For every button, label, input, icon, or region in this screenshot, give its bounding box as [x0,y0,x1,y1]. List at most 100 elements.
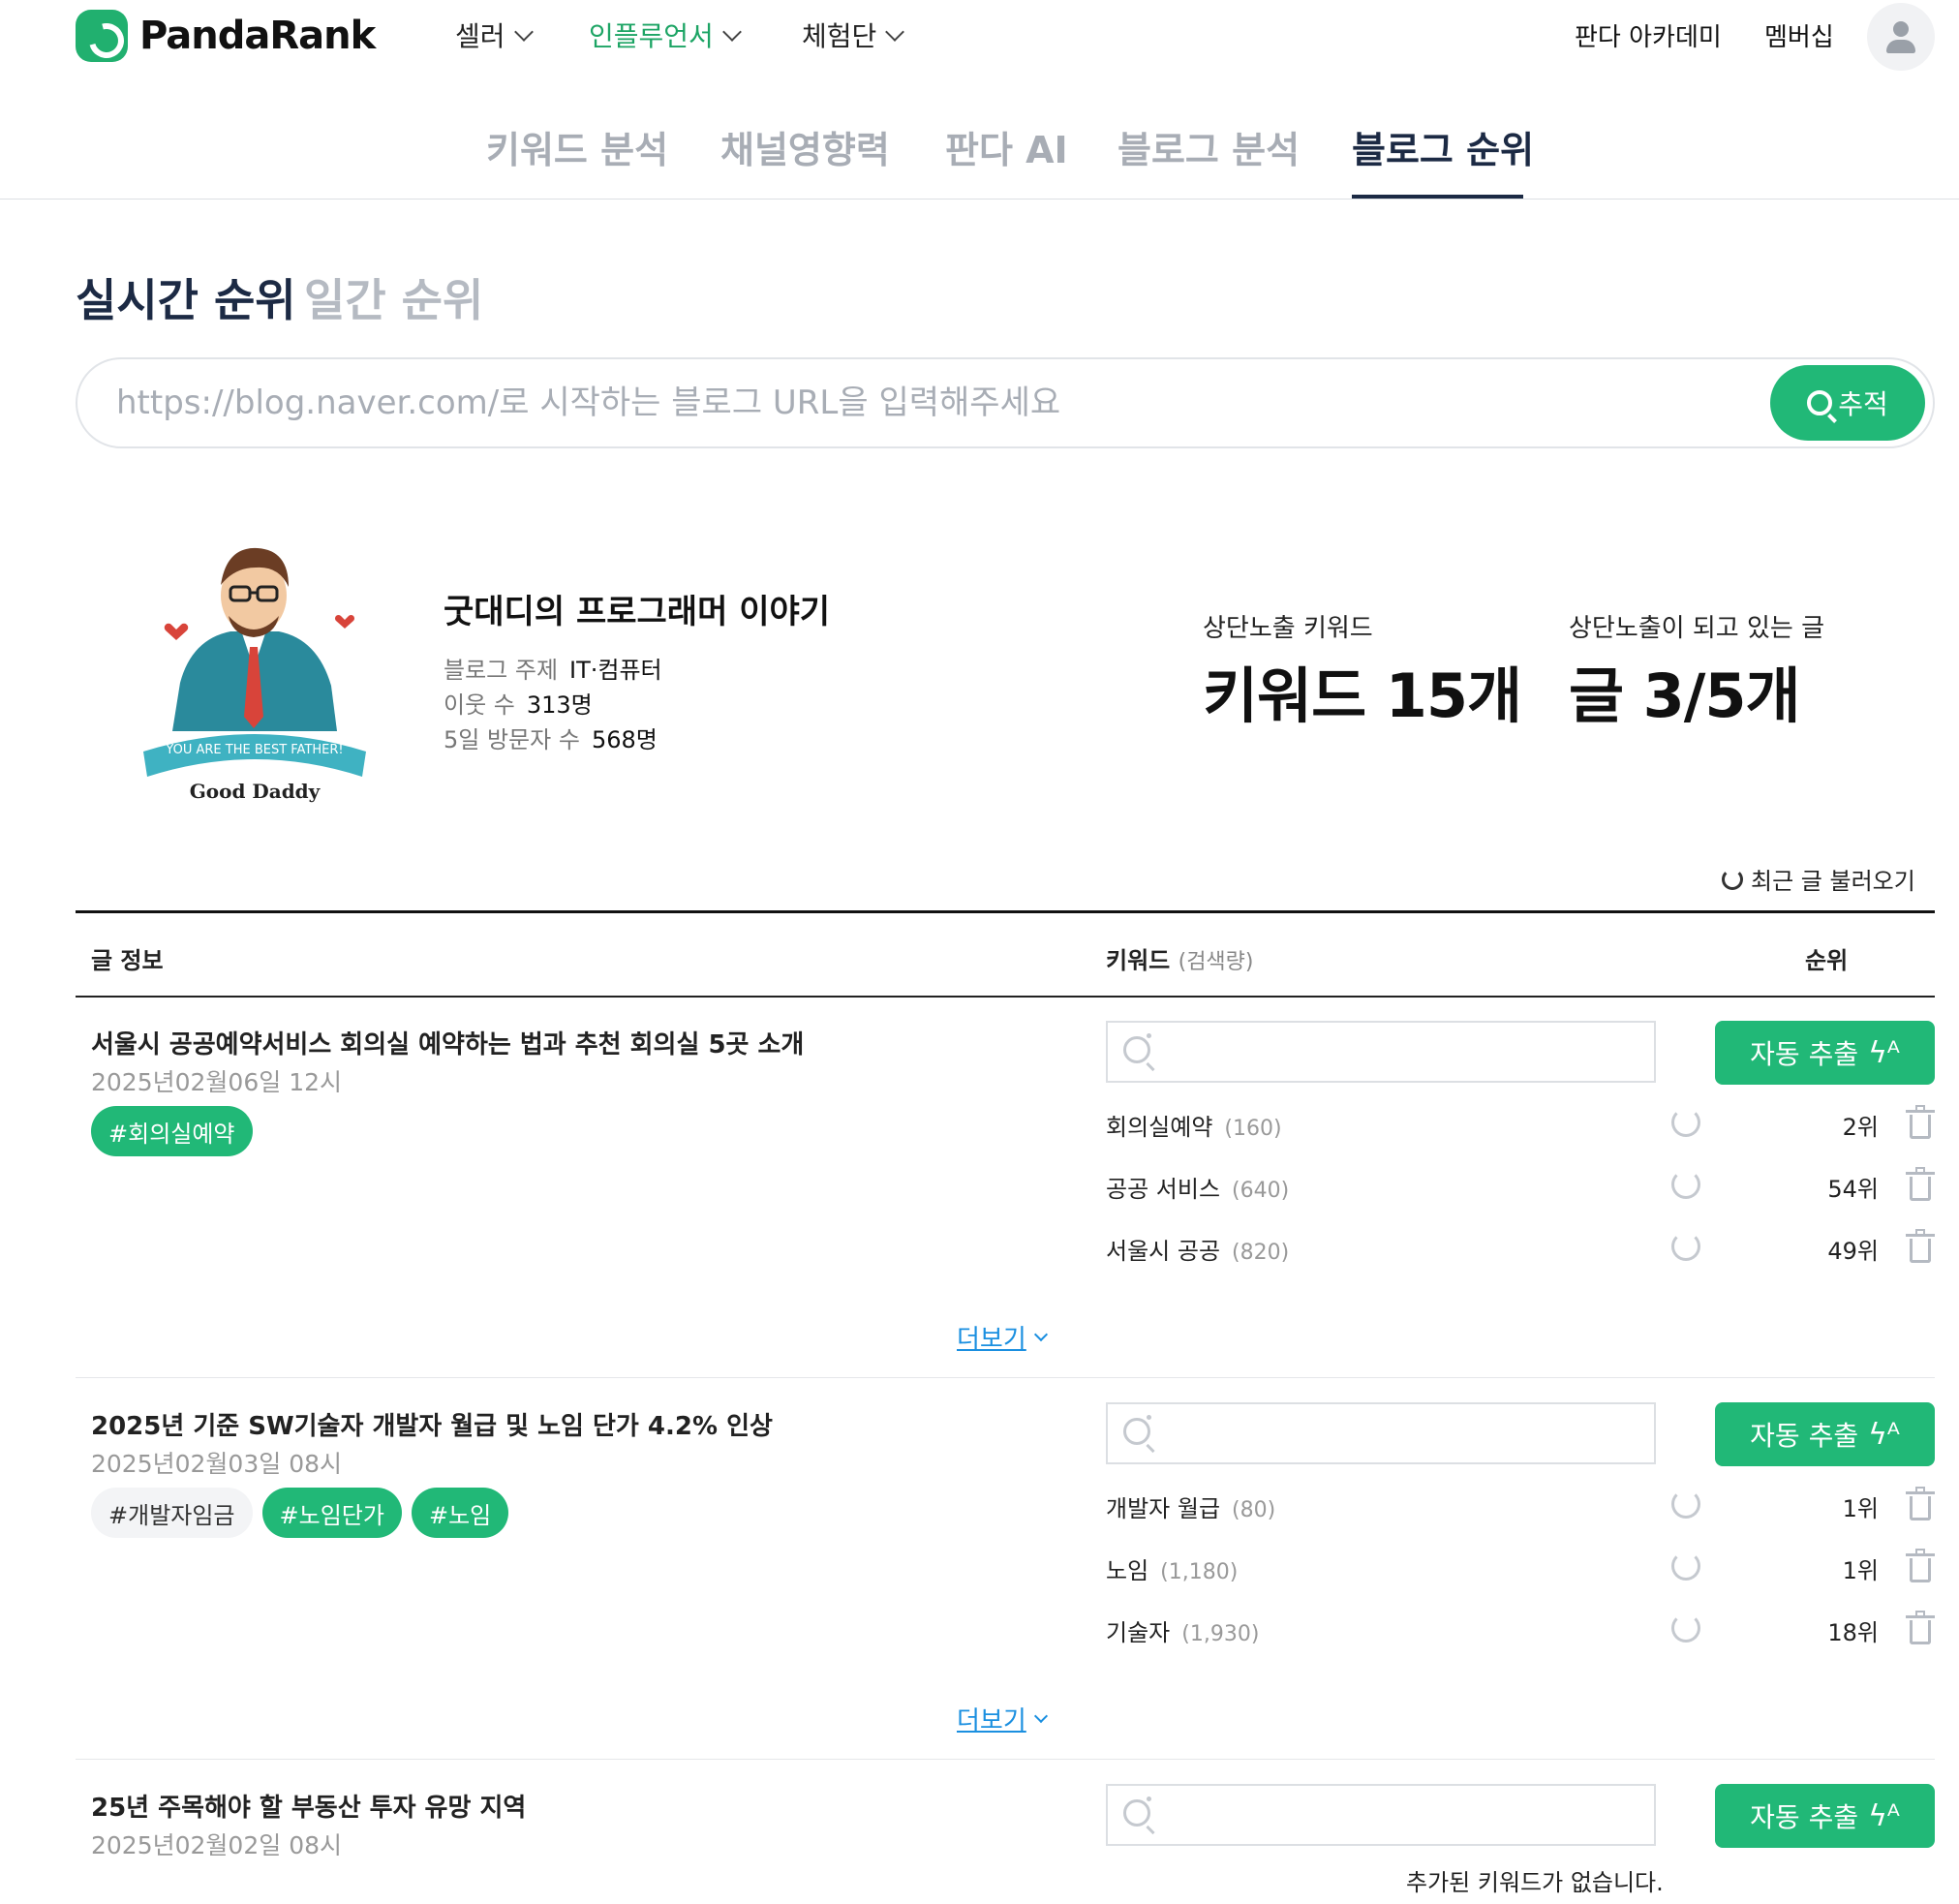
tab-blog-analysis[interactable]: 블로그 분석 [1117,120,1300,173]
blog-visitors-label: 5일 방문자 수 [444,726,580,753]
keyword-name: 서울시 공공 [1106,1238,1221,1265]
post-tags: #개발자임금 #노임단가 #노임 [91,1488,509,1538]
keyword-rank: 1위 [1842,1557,1879,1584]
empty-keywords-message: 추가된 키워드가 없습니다. [1406,1869,1664,1896]
keyword-name: 회의실예약 [1106,1114,1213,1141]
keyword-rank: 54위 [1827,1176,1879,1203]
more-label: 더보기 [957,1325,1026,1354]
search-icon [1807,390,1833,415]
refresh-icon[interactable] [1671,1613,1700,1643]
keyword-row: 회의실예약 (160) [1106,1108,1282,1142]
nav-seller[interactable]: 셀러 [455,15,534,54]
keyword-row: 노임 (1,180) [1106,1551,1238,1585]
top-keywords-value: 키워드 15개 [1203,660,1522,731]
keyword-volume: (80) [1232,1498,1276,1522]
keyword-volume: (1,930) [1181,1622,1260,1646]
daily-rank-toggle[interactable]: 일간 순위 [304,265,483,329]
trash-icon[interactable] [1906,1229,1935,1263]
refresh-icon[interactable] [1671,1232,1700,1261]
trash-icon[interactable] [1906,1105,1935,1139]
chevron-down-icon [513,22,534,42]
keyword-rank: 18위 [1827,1619,1879,1646]
panda-logo-icon [76,10,128,62]
trash-icon[interactable] [1906,1167,1935,1201]
trash-icon[interactable] [1906,1611,1935,1644]
refresh-icon[interactable] [1671,1551,1700,1581]
nav-influencer-label: 인플루언서 [589,20,714,52]
chevron-down-icon [885,22,905,42]
post-title[interactable]: 2025년 기준 SW기술자 개발자 월급 및 노임 단가 4.2% 인상 [91,1406,773,1442]
blog-name: 굿대디의 프로그래머 이야기 [444,593,831,631]
keyword-name: 기술자 [1106,1619,1171,1646]
keyword-name: 개발자 월급 [1106,1495,1221,1522]
membership-link[interactable]: 멤버십 [1764,17,1834,53]
blog-visitors: 5일 방문자 수 568명 [444,721,658,754]
tab-panda-ai[interactable]: 판다 AI [945,120,1068,173]
tab-channel-influence[interactable]: 채널영향력 [720,120,890,173]
top-posts-value: 글 3/5개 [1569,660,1801,731]
ai-bolt-icon: ϟᴬ [1868,1417,1900,1452]
search-icon [1123,1415,1151,1445]
keyword-volume: (1,180) [1160,1560,1239,1584]
load-recent-button[interactable]: 최근 글 불러오기 [1722,862,1915,896]
trash-icon[interactable] [1906,1487,1935,1520]
tag[interactable]: #노임 [411,1488,509,1538]
refresh-icon [1722,868,1743,890]
keyword-field[interactable] [1166,1796,1640,1834]
post-tags: #회의실예약 [91,1106,253,1156]
svg-text:Good Daddy: Good Daddy [190,780,321,803]
blog-url-input[interactable] [116,377,1472,429]
tag[interactable]: #회의실예약 [91,1106,253,1156]
row-divider [76,1377,1935,1378]
refresh-icon[interactable] [1671,1108,1700,1137]
refresh-icon[interactable] [1671,1170,1700,1199]
chevron-down-icon [1033,1327,1048,1341]
load-recent-label: 최근 글 불러오기 [1751,868,1915,895]
col-rank: 순위 [1805,947,1849,974]
academy-link[interactable]: 판다 아카데미 [1575,17,1722,53]
auto-extract-button[interactable]: 자동 추출 ϟᴬ [1715,1021,1935,1085]
more-link[interactable]: 더보기 [957,1319,1048,1355]
divider [0,199,1959,200]
tab-keyword-analysis[interactable]: 키워드 분석 [486,120,668,173]
post-date: 2025년02월02일 08시 [91,1831,343,1859]
avatar[interactable] [1867,3,1935,71]
realtime-rank-toggle[interactable]: 실시간 순위 [76,265,296,329]
keyword-rank: 2위 [1842,1114,1879,1141]
post-title[interactable]: 25년 주목해야 할 부동산 투자 유망 지역 [91,1788,526,1824]
keyword-row: 서울시 공공 (820) [1106,1232,1289,1266]
keyword-input [1106,1784,1656,1846]
nav-experience[interactable]: 체험단 [802,15,905,54]
auto-extract-label: 자동 추출 [1750,1801,1859,1833]
auto-extract-button[interactable]: 자동 추출 ϟᴬ [1715,1784,1935,1848]
keyword-name: 공공 서비스 [1106,1176,1221,1203]
more-link[interactable]: 더보기 [957,1701,1048,1736]
keyword-field[interactable] [1166,1414,1640,1453]
logo[interactable]: PandaRank [76,10,376,62]
keyword-field[interactable] [1166,1032,1640,1071]
track-button[interactable]: 추적 [1770,365,1925,441]
blog-visitors-value: 568명 [591,726,658,753]
nav-seller-label: 셀러 [455,20,505,52]
auto-extract-button[interactable]: 자동 추출 ϟᴬ [1715,1402,1935,1466]
row-divider [76,1759,1935,1760]
logo-text: PandaRank [139,14,376,58]
blog-profile-image: YOU ARE THE BEST FATHER! Good Daddy [143,547,366,803]
chevron-down-icon [721,22,742,42]
tab-blog-rank[interactable]: 블로그 순위 [1352,120,1534,173]
col-keyword-sub: (검색량) [1178,950,1254,974]
col-keyword: 키워드 (검색량) [1106,941,1254,975]
nav-influencer[interactable]: 인플루언서 [589,15,742,54]
trash-icon[interactable] [1906,1549,1935,1582]
top-keywords-label: 상단노출 키워드 [1203,614,1373,643]
blog-neighbors-label: 이웃 수 [444,691,515,719]
refresh-icon[interactable] [1671,1489,1700,1519]
post-title[interactable]: 서울시 공공예약서비스 회의실 예약하는 법과 추천 회의실 5곳 소개 [91,1025,804,1060]
tag[interactable]: #개발자임금 [91,1488,253,1538]
keyword-input [1106,1021,1656,1083]
col-post-info: 글 정보 [91,947,164,974]
blog-neighbors-value: 313명 [526,691,593,719]
blog-topic-label: 블로그 주제 [444,657,559,684]
post-date: 2025년02월03일 08시 [91,1450,343,1478]
tag[interactable]: #노임단가 [261,1488,402,1538]
